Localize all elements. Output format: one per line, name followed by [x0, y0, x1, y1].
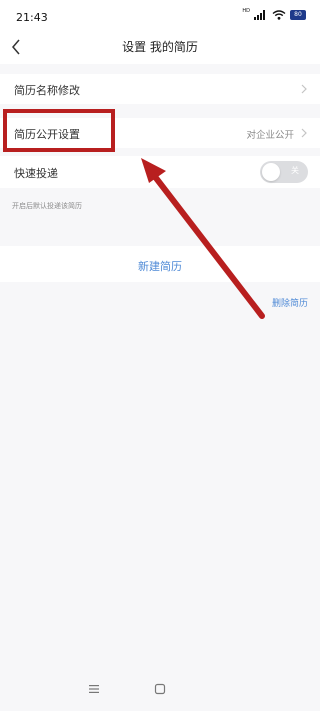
nav-bar: 设置 我的简历 [0, 30, 320, 64]
quick-apply-label: 快速投递 [14, 167, 58, 180]
system-nav-bar [0, 666, 320, 711]
annotation-highlight-box [3, 109, 115, 152]
new-resume-bar: 新建简历 [0, 246, 320, 282]
chevron-right-icon [301, 84, 307, 94]
page-title: 设置 我的简历 [122, 40, 198, 54]
quick-apply-row: 快速投递 关 [0, 156, 320, 188]
resume-name-edit-label: 简历名称修改 [14, 84, 80, 97]
status-bar: 21:43 HD 80 [0, 0, 320, 30]
signal-icon [254, 10, 265, 20]
battery-icon: 80 [290, 10, 306, 20]
annotation-arrow [141, 158, 265, 319]
quick-apply-toggle[interactable]: 关 [260, 161, 308, 183]
delete-resume-button[interactable]: 删除简历 [272, 296, 308, 309]
quick-apply-hint: 开启后默认投递该简历 [12, 202, 82, 210]
resume-name-edit-row[interactable]: 简历名称修改 [0, 74, 320, 104]
resume-public-setting-value: 对企业公开 [246, 130, 294, 141]
wifi-icon [272, 10, 286, 20]
toggle-knob [262, 163, 280, 181]
network-label: HD [242, 7, 250, 14]
menu-icon[interactable] [88, 684, 100, 694]
toggle-state-text: 关 [291, 166, 299, 175]
home-icon[interactable] [154, 683, 166, 695]
new-resume-button[interactable]: 新建简历 [0, 258, 320, 274]
status-icons: HD 80 [242, 7, 306, 20]
chevron-right-icon [301, 128, 307, 138]
status-time: 21:43 [16, 11, 48, 24]
